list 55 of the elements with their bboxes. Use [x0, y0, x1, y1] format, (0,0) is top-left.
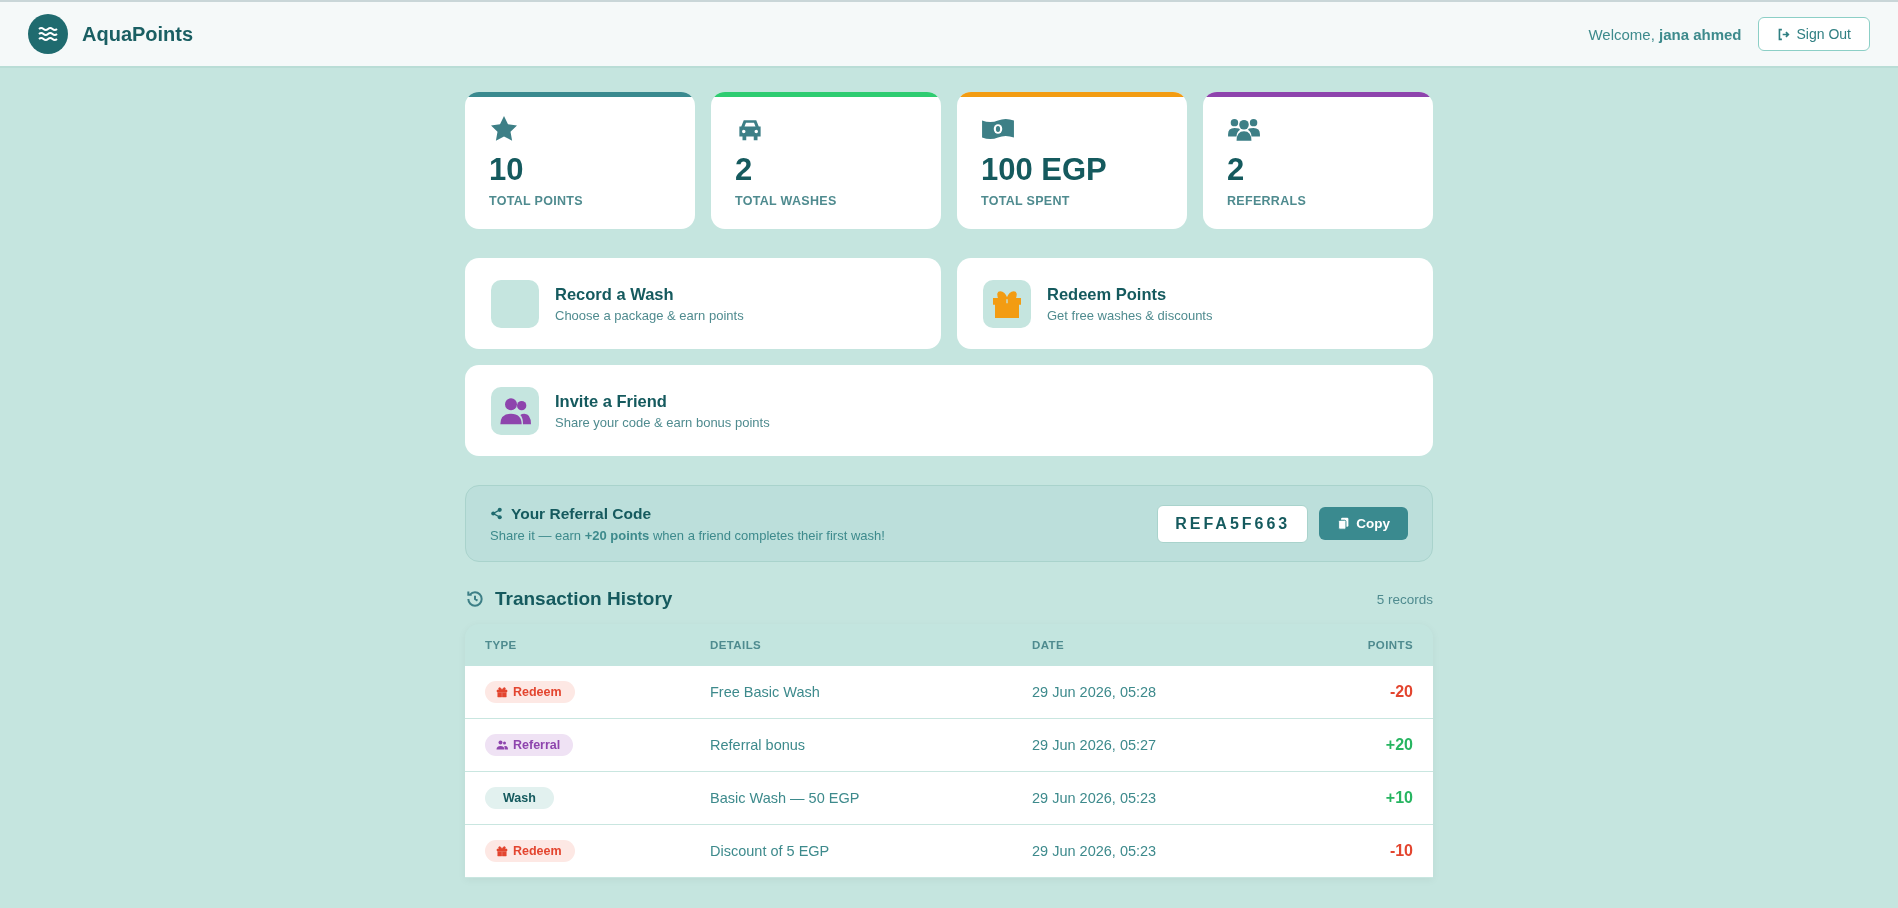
type-badge: Redeem: [485, 840, 575, 862]
referral-code: REFA5F663: [1157, 504, 1309, 543]
type-badge: Referral: [485, 734, 574, 756]
action-card[interactable]: Invite a Friend Share your code & earn bonus points: [465, 365, 1433, 456]
action-title: Redeem Points: [1047, 284, 1168, 304]
details-cell-text: Referral bonus: [710, 737, 807, 753]
stat-label: TOTAL SPENT: [981, 194, 1071, 208]
section-title: Transaction History: [495, 588, 673, 610]
record-count: 5 records: [1376, 591, 1433, 607]
points-cell-text: -10: [1388, 842, 1413, 860]
details-cell-text: Free Basic Wash: [710, 684, 821, 700]
stat-label: TOTAL POINTS: [489, 194, 584, 208]
stat-value: 2: [735, 152, 754, 188]
users-icon: [496, 739, 508, 751]
column-header: DATE: [1032, 639, 1066, 651]
date-cell-text: 29 Jun 2026, 05:23: [1032, 843, 1158, 859]
action-subtitle: Get free washes & discounts: [1047, 307, 1213, 323]
details-cell-text: Basic Wash — 50 EGP: [710, 790, 861, 806]
action-subtitle: Share your code & earn bonus points: [555, 414, 770, 430]
date-cell-text: 29 Jun 2026, 05:27: [1032, 737, 1158, 753]
type-badge: Redeem: [485, 681, 575, 703]
action-card[interactable]: Record a Wash Choose a package & earn points: [465, 258, 941, 349]
column-header: TYPE: [485, 639, 518, 651]
action-subtitle: Choose a package & earn points: [555, 307, 744, 323]
copy-button[interactable]: Copy: [1319, 507, 1408, 540]
gift-icon: [496, 686, 508, 698]
points-cell-text: +10: [1384, 789, 1413, 807]
date-cell-text: 29 Jun 2026, 05:28: [1032, 684, 1158, 700]
stat-value: 10: [489, 152, 525, 188]
column-header: DETAILS: [710, 639, 763, 651]
referral-description: Share it — earn +20 points when a friend completes their first wash!: [490, 527, 885, 543]
date-cell-text: 29 Jun 2026, 05:23: [1032, 790, 1158, 806]
sign-out-icon: [1776, 27, 1790, 41]
share-icon: [490, 507, 503, 520]
action-title: Invite a Friend: [555, 391, 668, 411]
sign-out-button[interactable]: Sign Out: [1757, 17, 1870, 51]
points-cell-text: +20: [1384, 736, 1413, 754]
welcome-text: Welcome, jana ahmed: [1588, 25, 1742, 43]
copy-icon: [1337, 517, 1351, 530]
brand-name: AquaPoints: [82, 22, 194, 46]
stat-label: TOTAL WASHES: [735, 194, 838, 208]
action-title: Record a Wash: [555, 284, 675, 304]
stat-value: 2: [1227, 152, 1246, 188]
column-header: POINTS: [1366, 639, 1413, 651]
history-icon: [465, 589, 485, 609]
points-cell-text: -20: [1388, 683, 1413, 701]
stat-value: 100 EGP: [981, 152, 1108, 188]
gift-icon: [496, 845, 508, 857]
waves-logo-icon: [28, 14, 68, 54]
details-cell-text: Discount of 5 EGP: [710, 843, 831, 859]
referral-title: Your Referral Code: [511, 504, 652, 523]
stat-label: REFERRALS: [1227, 194, 1308, 208]
action-card[interactable]: Redeem Points Get free washes & discounts: [957, 258, 1433, 349]
icon-tile: [491, 279, 539, 328]
type-badge: Wash: [485, 787, 554, 809]
